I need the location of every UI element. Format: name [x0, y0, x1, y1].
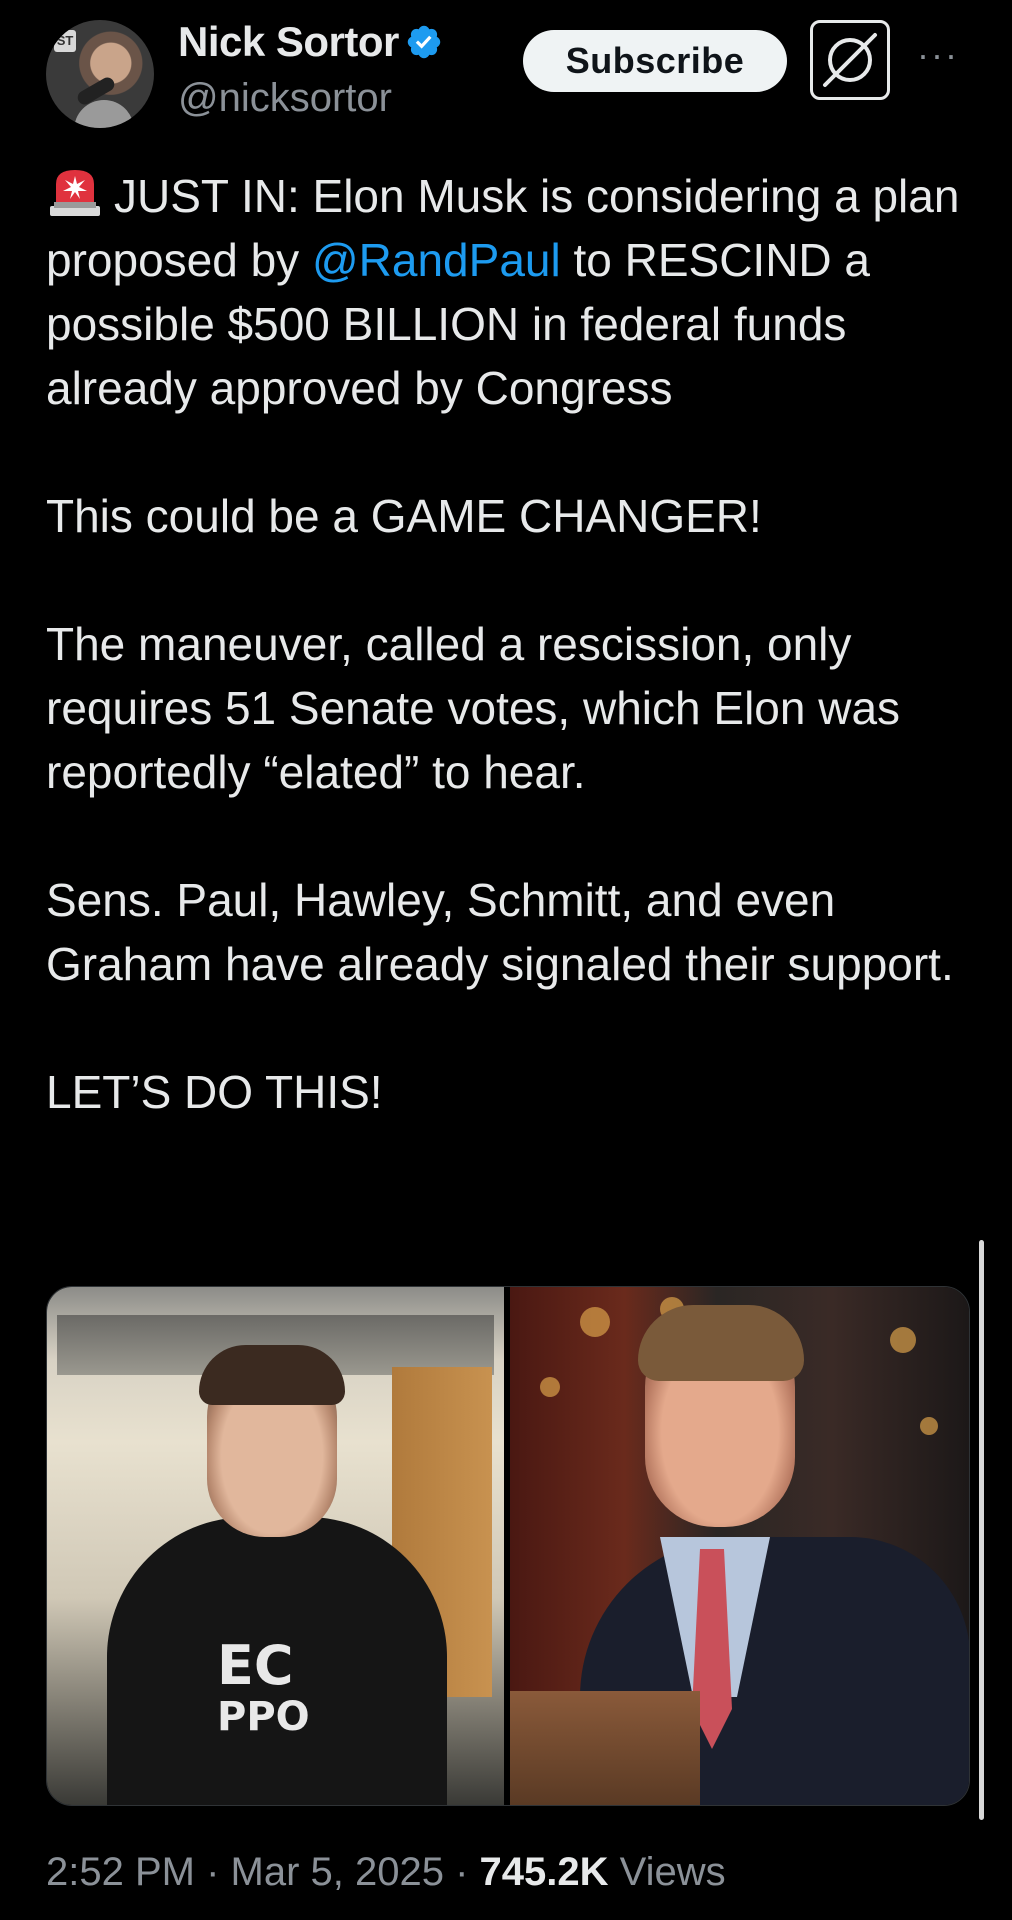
media-photo-right[interactable]: [510, 1287, 969, 1805]
tweet-text: JUST IN: Elon Musk is considering a plan…: [46, 164, 976, 1124]
shirt-print: EC PPO: [217, 1634, 310, 1740]
name-row: Nick Sortor: [178, 18, 443, 66]
siren-icon: [50, 170, 100, 216]
grok-slash-circle-icon: [823, 33, 877, 87]
tweet-date[interactable]: Mar 5, 2025: [231, 1850, 444, 1894]
tweet-time[interactable]: 2:52 PM: [46, 1850, 195, 1894]
tweet-paragraph-5: LET’S DO THIS!: [46, 1066, 383, 1118]
podium: [510, 1691, 700, 1805]
tweet-paragraph-4: Sens. Paul, Hawley, Schmitt, and even Gr…: [46, 874, 954, 990]
verified-badge-icon: [407, 25, 441, 59]
shirt-print-line2: PPO: [217, 1694, 310, 1740]
scrollbar[interactable]: [979, 1240, 984, 1820]
handle[interactable]: @nicksortor: [178, 76, 392, 121]
bokeh-light: [920, 1417, 938, 1435]
subscribe-button[interactable]: Subscribe: [523, 30, 787, 92]
meta-separator: ·: [443, 1850, 480, 1894]
tweet-header: ST Nick Sortor @nicksortor Subscribe ···: [0, 0, 1012, 130]
grok-icon[interactable]: [810, 20, 890, 100]
avatar[interactable]: ST: [46, 20, 154, 128]
views-label: Views: [608, 1850, 726, 1894]
display-name[interactable]: Nick Sortor: [178, 18, 399, 66]
bokeh-light: [540, 1377, 560, 1397]
bokeh-light: [890, 1327, 916, 1353]
person-right-hair: [638, 1305, 804, 1381]
meta-separator: ·: [194, 1850, 231, 1894]
media-photo-left[interactable]: EC PPO: [47, 1287, 504, 1805]
bokeh-light: [580, 1307, 610, 1337]
mention-link[interactable]: @RandPaul: [312, 234, 561, 286]
shirt-print-line1: EC: [217, 1634, 294, 1697]
tweet-paragraph-1: JUST IN: Elon Musk is considering a plan…: [46, 164, 976, 420]
tweet-paragraph-2: This could be a GAME CHANGER!: [46, 490, 762, 542]
views-count[interactable]: 745.2K: [480, 1850, 609, 1894]
person-left-hair: [199, 1345, 345, 1405]
more-options-icon[interactable]: ···: [917, 34, 959, 76]
media-grid: EC PPO: [46, 1286, 970, 1806]
tweet-paragraph-3: The maneuver, called a rescission, only …: [46, 618, 901, 798]
avatar-sign: ST: [54, 30, 76, 52]
tweet-meta: 2:52 PM · Mar 5, 2025 · 745.2K Views: [46, 1850, 726, 1895]
